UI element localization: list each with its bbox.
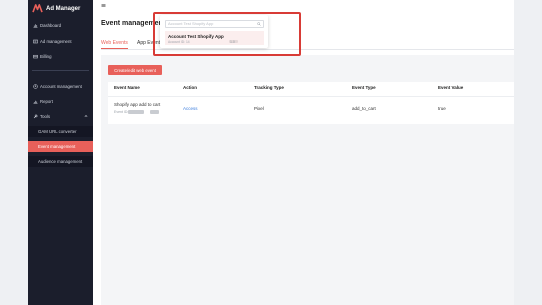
table-header-divider xyxy=(108,96,514,97)
sidebar-item-ad-management[interactable]: Ad management xyxy=(28,36,93,47)
bar-chart-icon xyxy=(32,23,38,28)
column-header-action: Action xyxy=(183,85,197,90)
copy-id-icon[interactable] xyxy=(150,110,159,114)
page-margin-left xyxy=(0,0,28,305)
tab-web-events[interactable]: Web Events xyxy=(101,40,128,49)
sidebar-item-label: Report xyxy=(40,99,53,104)
sidebar-item-label: Account management xyxy=(40,84,82,89)
sidebar-divider xyxy=(32,70,89,71)
sidebar-subitem-label: GAM URL converter xyxy=(38,129,77,134)
chevron-up-icon xyxy=(84,114,88,118)
sidebar-item-label: Dashboard xyxy=(40,23,62,28)
sidebar-item-account-management[interactable]: Account management xyxy=(28,81,93,92)
sidebar-item-tools[interactable]: Tools xyxy=(28,111,93,122)
hamburger-menu-icon[interactable] xyxy=(101,3,106,8)
event-id-label: Event ID: xyxy=(114,110,129,114)
sidebar-subitem-audience-management[interactable]: Audience management xyxy=(28,156,93,167)
sidebar-subitem-label: Event management xyxy=(38,144,76,149)
column-header-event-name: Event Name xyxy=(114,85,140,90)
event-value-cell: true xyxy=(438,106,446,111)
app-title: Ad Manager xyxy=(46,5,81,12)
sidebar-subitem-label: Audience management xyxy=(38,159,83,164)
sidebar-item-billing[interactable]: Billing xyxy=(28,51,93,62)
create-web-event-button[interactable]: Create/edit web event xyxy=(108,65,162,75)
app-window: Ad Manager Dashboard Ad management Billi… xyxy=(0,0,542,305)
sidebar: Ad Manager Dashboard Ad management Billi… xyxy=(28,0,93,305)
page-margin-right xyxy=(514,0,542,305)
sidebar-item-label: Ad management xyxy=(40,39,72,44)
sidebar-item-label: Billing xyxy=(40,54,52,59)
sidebar-item-label: Tools xyxy=(40,114,51,119)
column-header-tracking-type: Tracking Type xyxy=(254,85,284,90)
brand-logo-icon xyxy=(32,4,43,13)
sidebar-item-report[interactable]: Report xyxy=(28,96,93,107)
event-name-cell: Shopify app add to cart xyxy=(114,102,161,107)
account-icon xyxy=(32,84,38,89)
sidebar-subitem-gam-url-converter[interactable]: GAM URL converter xyxy=(28,126,93,137)
highlight-box xyxy=(153,12,301,56)
brand[interactable]: Ad Manager xyxy=(32,3,80,14)
billing-icon xyxy=(32,54,38,59)
report-icon xyxy=(32,99,38,104)
tracking-type-cell: Pixel xyxy=(254,106,264,111)
ad-icon xyxy=(32,39,38,44)
redacted-event-id xyxy=(128,110,144,114)
sidebar-subitem-event-management[interactable]: Event management xyxy=(28,141,93,152)
wrench-icon xyxy=(32,114,38,119)
sidebar-item-dashboard[interactable]: Dashboard xyxy=(28,20,93,31)
column-header-event-value: Event Value xyxy=(438,85,464,90)
event-type-cell: add_to_cart xyxy=(352,106,376,111)
access-link[interactable]: Access xyxy=(183,106,198,111)
column-header-event-type: Event Type xyxy=(352,85,376,90)
